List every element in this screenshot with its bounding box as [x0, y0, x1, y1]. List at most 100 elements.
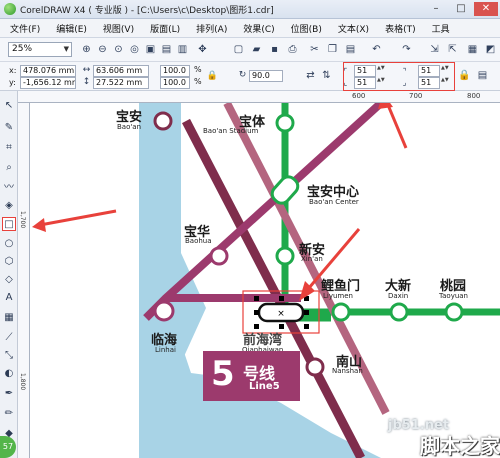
- zoom-level-select[interactable]: 25% ▼: [8, 42, 72, 57]
- menu-text[interactable]: 文本(X): [338, 22, 369, 35]
- blend-tool-icon[interactable]: ◐: [2, 367, 16, 381]
- width-field[interactable]: 63.606 mm: [93, 65, 149, 77]
- redo-icon[interactable]: ↷: [400, 43, 413, 56]
- scale-width-unit: %: [194, 65, 202, 74]
- zoom-page-icon[interactable]: ▣: [144, 43, 157, 56]
- close-button[interactable]: ✕: [474, 2, 498, 16]
- zoom-all-icon[interactable]: ◎: [128, 43, 141, 56]
- station-sub-label: Daxin: [388, 292, 409, 300]
- annotation-arrow-left: [32, 209, 117, 232]
- vertical-ruler[interactable]: 1,700 1,800: [18, 103, 30, 458]
- menu-tools[interactable]: 工具: [432, 22, 450, 35]
- menu-arrange[interactable]: 排列(A): [196, 22, 227, 35]
- undo-icon[interactable]: ↶: [370, 43, 383, 56]
- ellipse-tool-icon[interactable]: ○: [2, 237, 16, 251]
- drawing-canvas[interactable]: × 宝安 Bao'an 宝体 Bao'an Stadium 宝安中心 Bao'a…: [31, 103, 500, 458]
- outline-tool-icon[interactable]: ✏: [2, 407, 16, 421]
- watermark-name: 脚本之家: [420, 434, 500, 458]
- export-icon[interactable]: ⇱: [446, 43, 459, 56]
- scale-height-unit: %: [194, 77, 202, 86]
- zoom-out-icon[interactable]: ⊖: [96, 43, 109, 56]
- station-sub-label: Taoyuan: [439, 292, 468, 300]
- connector-tool-icon[interactable]: ⤡: [2, 349, 16, 363]
- smart-fill-tool-icon[interactable]: ◈: [2, 199, 16, 213]
- property-bar: x: y: 478.076 mm -1,656.12 mm ↔ ↕ 63.606…: [0, 62, 500, 91]
- menu-effects[interactable]: 效果(C): [243, 22, 274, 35]
- dimension-tool-icon[interactable]: ⟋: [2, 331, 16, 345]
- station-sub-label: Xin'an: [301, 255, 323, 263]
- minimize-button[interactable]: –: [424, 2, 448, 16]
- lock-ratio-icon[interactable]: 🔒: [206, 70, 219, 83]
- application-launcher-icon[interactable]: ▦: [466, 43, 479, 56]
- standard-toolbar: 25% ▼ ⊕ ⊖ ⊙ ◎ ▣ ▤ ▥ ✥ ▢ ▰ ▪ ⎙ ✂ ❐ ▤ ↶ ↷ …: [0, 38, 500, 62]
- menu-edit[interactable]: 编辑(E): [56, 22, 87, 35]
- print-icon[interactable]: ⎙: [286, 43, 299, 56]
- menu-bitmaps[interactable]: 位图(B): [291, 22, 322, 35]
- maximize-button[interactable]: □: [449, 2, 473, 16]
- station-daxin[interactable]: [389, 302, 409, 322]
- menu-view[interactable]: 视图(V): [103, 22, 134, 35]
- title-bar: CorelDRAW X4 ( 专业版 ) - [C:\Users\c\Deskt…: [0, 0, 500, 19]
- station-liyumen[interactable]: [331, 302, 351, 322]
- station-baoti[interactable]: [275, 113, 295, 133]
- welcome-screen-icon[interactable]: ◩: [484, 43, 497, 56]
- freehand-tool-icon[interactable]: 〰: [2, 181, 16, 195]
- station-sub-label: Bao'an: [117, 123, 142, 131]
- menu-layout[interactable]: 版面(L): [150, 22, 180, 35]
- y-position-field[interactable]: -1,656.12 mm: [20, 77, 76, 89]
- y-label: y:: [9, 78, 16, 87]
- station-baoan[interactable]: [153, 111, 173, 131]
- scale-width-field[interactable]: 100.0: [160, 65, 190, 77]
- station-sub-label: Liyumen: [323, 292, 353, 300]
- x-position-field[interactable]: 478.076 mm: [20, 65, 76, 77]
- save-icon[interactable]: ▪: [268, 43, 281, 56]
- zoom-width-icon[interactable]: ▤: [160, 43, 173, 56]
- station-xinan[interactable]: [275, 246, 295, 266]
- menu-file[interactable]: 文件(F): [10, 22, 40, 35]
- basic-shapes-tool-icon[interactable]: ◇: [2, 273, 16, 287]
- rotation-angle-field[interactable]: 90.0: [249, 70, 283, 82]
- ruler-tick-label: 1,800: [19, 373, 26, 391]
- toolbox: ↖ ✎ ⌗ ⌕ 〰 ◈ □ ○ ⬡ ◇ A ▦ ⟋ ⤡ ◐ ✒ ✏ ◆: [0, 91, 18, 458]
- horizontal-ruler[interactable]: 600 700 800: [18, 91, 500, 103]
- import-icon[interactable]: ⇲: [428, 43, 441, 56]
- zoom-in-icon[interactable]: ⊕: [80, 43, 93, 56]
- coreldraw-app-icon[interactable]: [4, 3, 16, 15]
- rectangle-tool-icon[interactable]: □: [2, 217, 16, 231]
- pick-tool-icon[interactable]: ↖: [2, 99, 16, 113]
- station-baohua[interactable]: [209, 246, 229, 266]
- new-document-icon[interactable]: ▢: [232, 43, 245, 56]
- line5-badge: 5 号线 Line5: [203, 351, 300, 401]
- menu-table[interactable]: 表格(T): [385, 22, 416, 35]
- station-sub-label: Baohua: [185, 237, 212, 245]
- eyedropper-tool-icon[interactable]: ✒: [2, 387, 16, 401]
- scale-height-field[interactable]: 100.0: [160, 77, 190, 89]
- cut-icon[interactable]: ✂: [308, 43, 321, 56]
- crop-tool-icon[interactable]: ⌗: [2, 141, 16, 155]
- zoom-height-icon[interactable]: ▥: [176, 43, 189, 56]
- paste-icon[interactable]: ▤: [344, 43, 357, 56]
- mirror-horizontal-icon[interactable]: ⇄: [304, 69, 317, 82]
- metro-map-drawing: ×: [139, 103, 500, 458]
- station-nanshan[interactable]: [305, 357, 325, 377]
- station-sub-label: Bao'an Stadium: [203, 127, 259, 135]
- table-tool-icon[interactable]: ▦: [2, 311, 16, 325]
- mirror-vertical-icon[interactable]: ⇅: [320, 69, 333, 82]
- height-field[interactable]: 27.522 mm: [93, 77, 149, 89]
- zoom-selected-icon[interactable]: ⊙: [112, 43, 125, 56]
- window-title: CorelDRAW X4 ( 专业版 ) - [C:\Users\c\Deskt…: [20, 5, 274, 16]
- chevron-down-icon: ▼: [63, 45, 69, 53]
- station-taoyuan[interactable]: [444, 302, 464, 322]
- polygon-tool-icon[interactable]: ⬡: [2, 255, 16, 269]
- line-number: 5: [211, 354, 235, 394]
- round-corners-together-icon[interactable]: 🔒: [458, 69, 471, 82]
- zoom-tool-icon[interactable]: ⌕: [2, 161, 16, 175]
- wrap-text-icon[interactable]: ▤: [476, 69, 489, 82]
- pan-icon[interactable]: ✥: [196, 43, 209, 56]
- copy-icon[interactable]: ❐: [326, 43, 339, 56]
- text-tool-icon[interactable]: A: [2, 291, 16, 305]
- shape-tool-icon[interactable]: ✎: [2, 121, 16, 135]
- open-folder-icon[interactable]: ▰: [250, 43, 263, 56]
- ruler-tick-label: 700: [409, 92, 423, 100]
- station-linhai[interactable]: [153, 300, 175, 322]
